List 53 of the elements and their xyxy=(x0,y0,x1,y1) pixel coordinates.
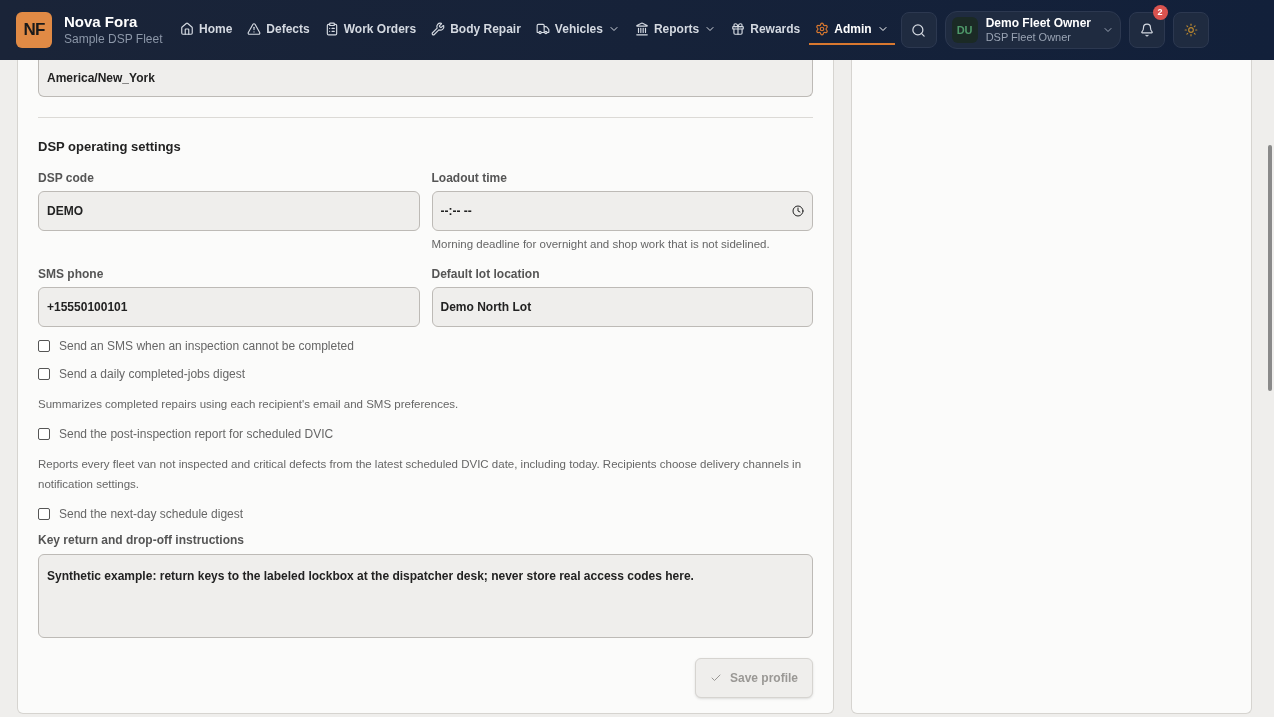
input-field[interactable]: DEMO xyxy=(38,190,420,231)
section-title: DSP operating settings xyxy=(38,138,182,156)
brand-name: Nova Fora xyxy=(64,13,139,32)
field-label: DSP code xyxy=(38,169,95,187)
theme-toggle[interactable] xyxy=(1172,12,1209,48)
truck-icon xyxy=(535,22,550,36)
option-note: Summarizes completed repairs using each recipient's email and SMS preferences. xyxy=(38,396,460,412)
user-avatar: DU xyxy=(951,17,978,43)
search-icon xyxy=(911,22,927,38)
home-icon xyxy=(180,22,194,36)
checkbox[interactable] xyxy=(38,339,50,352)
checkbox-label: Send the next-day schedule digest xyxy=(59,505,244,523)
nav-tab[interactable]: Vehicles xyxy=(529,15,626,45)
field-label: SMS phone xyxy=(38,265,105,283)
wrench-icon xyxy=(431,22,446,36)
scrollbar-thumb[interactable] xyxy=(1268,145,1272,391)
input-field[interactable]: +15550100101 xyxy=(38,286,420,327)
nav-tab[interactable]: Home xyxy=(174,15,239,45)
user-role: DSP Fleet Owner xyxy=(985,30,1071,45)
nav-tab[interactable]: Reports xyxy=(628,15,723,45)
checkbox-label: Send an SMS when an inspection cannot be completed xyxy=(59,337,354,355)
time-field[interactable]: --:-- -- xyxy=(431,190,813,231)
logo[interactable]: NF xyxy=(16,12,52,48)
nav-tab[interactable]: Admin xyxy=(809,15,895,45)
gift-icon xyxy=(731,22,746,36)
field-hint: Morning deadline for overnight and shop work that is not sidelined. xyxy=(431,236,771,252)
input-field[interactable]: Demo North Lot xyxy=(431,286,813,327)
clipboard-icon xyxy=(324,22,339,36)
field-label: Loadout time xyxy=(431,169,508,187)
bank-icon xyxy=(634,22,649,36)
nav-tab[interactable]: Body Repair xyxy=(425,15,527,45)
checkbox[interactable] xyxy=(38,507,50,520)
option-note: Reports every fleet van not inspected and critical defects from the latest scheduled DVIC date, including today. Recipients choose delivery channels in notification settings. xyxy=(38,456,803,492)
nav-tab[interactable]: Work Orders xyxy=(318,15,423,45)
user-name: Demo Fleet Owner xyxy=(985,15,1091,31)
checkbox-label: Send the post-inspection report for scheduled DVIC xyxy=(59,425,334,443)
timezone-field[interactable]: America/New_York xyxy=(38,60,813,97)
instructions-textarea[interactable]: Synthetic example: return keys to the labeled lockbox at the dispatcher desk; never store real access codes here. xyxy=(38,553,813,638)
checkbox[interactable] xyxy=(38,427,50,440)
search-button[interactable] xyxy=(900,12,937,48)
checkbox-label: Send a daily completed-jobs digest xyxy=(59,365,246,383)
user-menu[interactable]: DU Demo Fleet Owner DSP Fleet Owner xyxy=(944,11,1121,49)
nav-tab[interactable]: Defects xyxy=(241,15,316,45)
settings-icon xyxy=(815,22,830,36)
bell-icon xyxy=(1139,23,1154,37)
field-label: Default lot location xyxy=(431,265,541,283)
nav-tab[interactable]: Rewards xyxy=(725,15,807,45)
field-label: Key return and drop-off instructions xyxy=(38,531,245,549)
clock-icon xyxy=(792,204,804,217)
sun-icon xyxy=(1183,23,1198,37)
brand-subtitle: Sample DSP Fleet xyxy=(64,31,164,47)
warning-icon xyxy=(247,22,262,36)
checkbox[interactable] xyxy=(38,367,50,380)
